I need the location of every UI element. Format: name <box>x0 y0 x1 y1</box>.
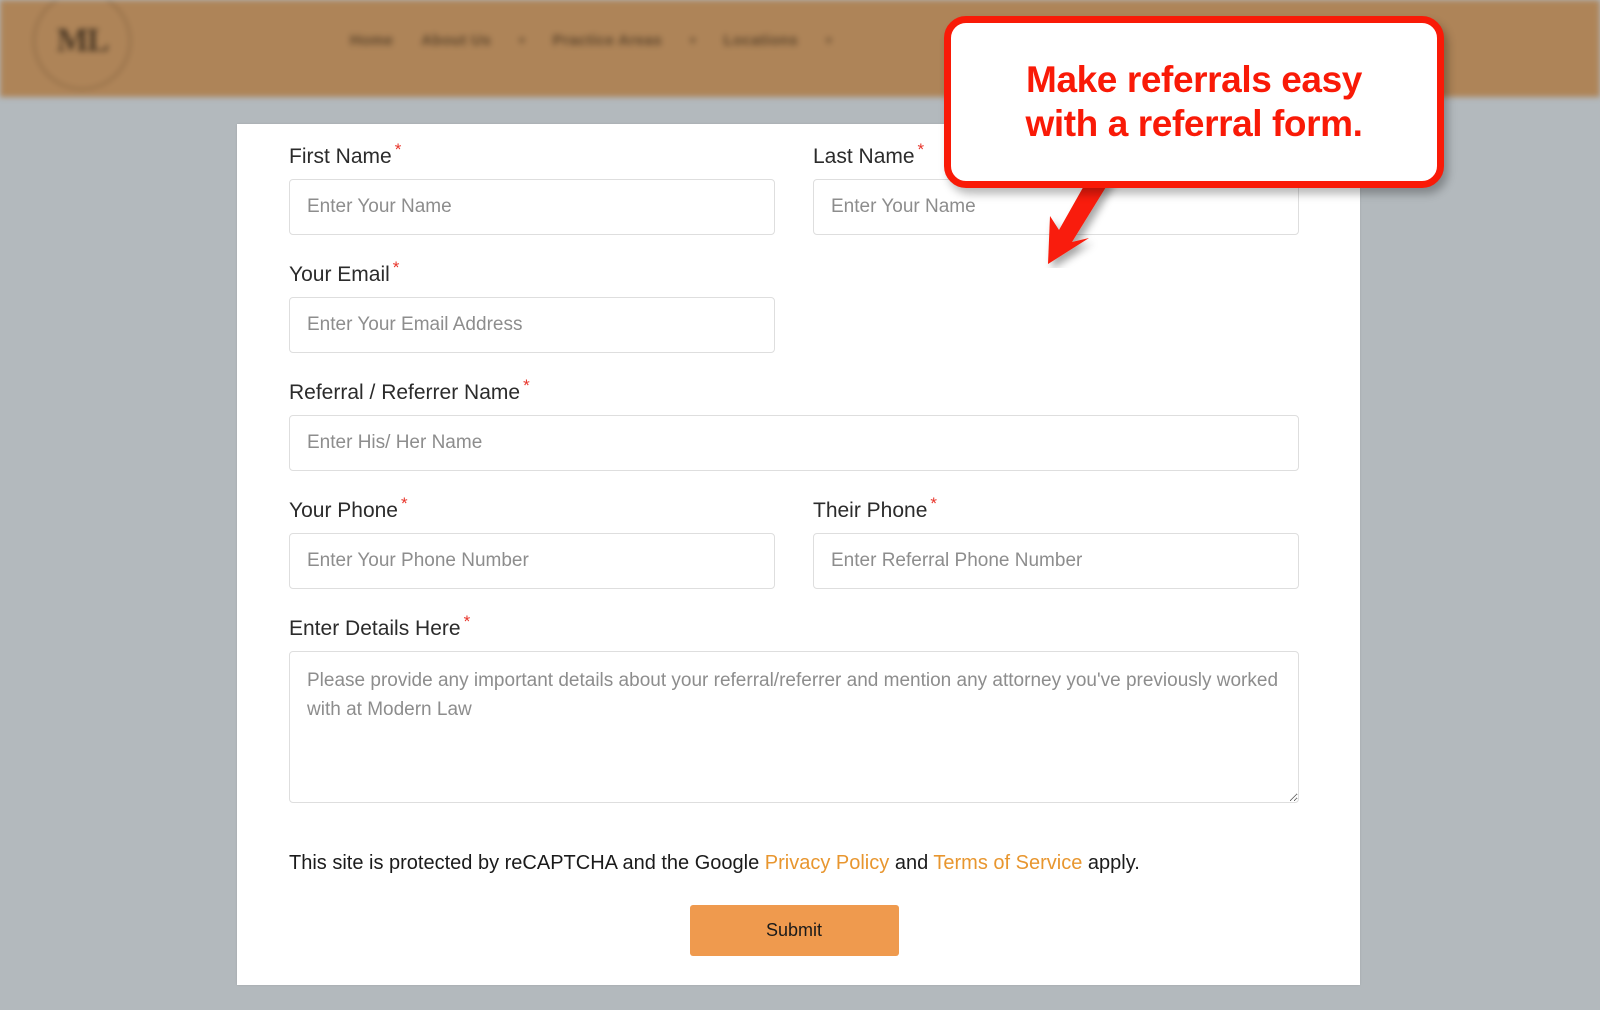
their-phone-label-text: Their Phone <box>813 499 928 522</box>
submit-button[interactable]: Submit <box>689 905 899 956</box>
referral-name-field-group: Referral / Referrer Name * <box>289 376 1299 494</box>
required-asterisk: * <box>463 612 471 631</box>
privacy-policy-link[interactable]: Privacy Policy <box>765 852 889 874</box>
email-row-spacer <box>813 258 1299 376</box>
email-input[interactable] <box>289 297 775 353</box>
referral-name-row: Referral / Referrer Name * <box>289 376 1299 494</box>
first-name-field-group: First Name * <box>289 140 775 258</box>
required-asterisk: * <box>394 140 402 159</box>
details-field: Enter Details Here * <box>289 612 1299 803</box>
phone-row: Your Phone* Their Phone* <box>289 494 1299 612</box>
referral-name-field: Referral / Referrer Name * <box>289 376 1299 471</box>
submit-row: Submit <box>289 905 1299 956</box>
their-phone-field: Their Phone * <box>813 494 1299 589</box>
main-navigation: Home About Us ▾ Practice Areas ▾ Locatio… <box>350 32 831 49</box>
your-phone-label-text: Your Phone <box>289 499 398 522</box>
first-name-input[interactable] <box>289 179 775 235</box>
annotation-callout: Make referrals easy with a referral form… <box>944 16 1444 188</box>
first-name-label-text: First Name <box>289 145 392 168</box>
their-phone-input[interactable] <box>813 533 1299 589</box>
page-root: ML Home About Us ▾ Practice Areas ▾ Loca… <box>0 0 1600 1010</box>
your-phone-input[interactable] <box>289 533 775 589</box>
details-textarea[interactable] <box>289 651 1299 803</box>
terms-of-service-link[interactable]: Terms of Service <box>933 852 1082 874</box>
required-asterisk: * <box>401 494 408 513</box>
details-row: Enter Details Here * <box>289 612 1299 826</box>
chevron-down-icon[interactable]: ▾ <box>826 34 832 47</box>
referral-form-card: First Name* Last Name* <box>237 124 1360 985</box>
referral-name-label: Referral / Referrer Name * <box>289 376 1299 405</box>
their-phone-label: Their Phone * <box>813 494 1299 523</box>
your-phone-field-group: Your Phone * <box>289 494 775 612</box>
referral-name-input[interactable] <box>289 415 1299 471</box>
first-name-field: First Name * <box>289 140 775 235</box>
recaptcha-notice-middle: and <box>889 852 934 874</box>
email-row: Your Email * <box>289 258 1299 376</box>
your-phone-label: Your Phone * <box>289 494 775 523</box>
nav-item-locations[interactable]: Locations <box>724 32 798 49</box>
nav-item-about-us[interactable]: About Us <box>421 32 491 49</box>
logo-text: ML <box>56 22 110 59</box>
nav-item-practice-areas[interactable]: Practice Areas <box>553 32 662 49</box>
details-field-group: Enter Details Here * <box>289 612 1299 826</box>
chevron-down-icon[interactable]: ▾ <box>519 34 525 47</box>
annotation-callout-text: Make referrals easy with a referral form… <box>1025 59 1363 144</box>
referral-name-label-text: Referral / Referrer Name <box>289 381 521 404</box>
first-name-label: First Name * <box>289 140 775 169</box>
required-asterisk: * <box>392 258 400 277</box>
required-asterisk: * <box>930 494 938 513</box>
recaptcha-notice: This site is protected by reCAPTCHA and … <box>289 849 1299 877</box>
chevron-down-icon[interactable]: ▾ <box>690 34 696 47</box>
last-name-label-text: Last Name <box>813 145 915 168</box>
your-phone-field: Your Phone * <box>289 494 775 589</box>
nav-item-home[interactable]: Home <box>350 32 393 49</box>
email-label: Your Email * <box>289 258 775 287</box>
email-field: Your Email * <box>289 258 775 353</box>
email-label-text: Your Email <box>289 263 390 286</box>
details-label-text: Enter Details Here <box>289 617 461 640</box>
recaptcha-notice-suffix: apply. <box>1082 852 1140 874</box>
recaptcha-notice-prefix: This site is protected by reCAPTCHA and … <box>289 852 765 874</box>
email-field-group: Your Email * <box>289 258 775 376</box>
circular-monogram-logo-icon[interactable]: ML <box>33 0 131 90</box>
required-asterisk: * <box>523 376 530 395</box>
their-phone-field-group: Their Phone * <box>813 494 1299 612</box>
required-asterisk: * <box>917 140 925 159</box>
details-label: Enter Details Here * <box>289 612 1299 641</box>
